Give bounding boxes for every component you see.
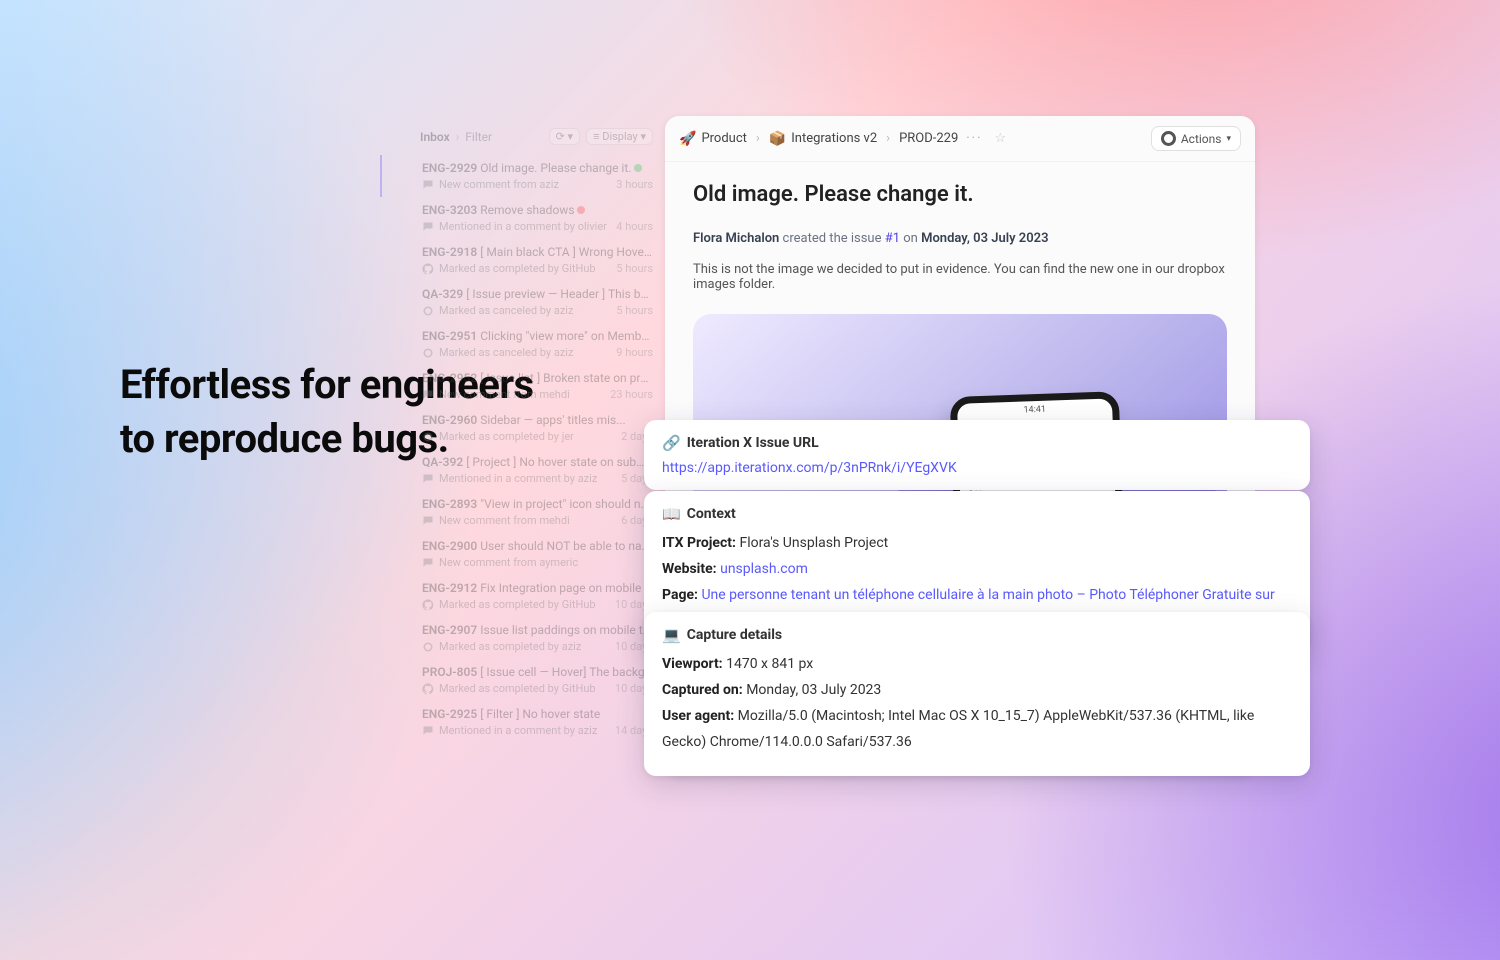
inbox-item[interactable]: QA-392 [ Project ] No hover state on sub… [380, 449, 665, 491]
star-icon[interactable]: ☆ [994, 131, 1006, 146]
inbox-item[interactable]: ENG-3203 Remove shadows Mentioned in a c… [380, 197, 665, 239]
issue-url-link[interactable]: https://app.iterationx.com/p/3nPRnk/i/YE… [662, 460, 957, 476]
inbox-item[interactable]: ENG-2893 "View in project" icon should n… [380, 491, 665, 533]
actions-button[interactable]: Actions ▾ [1151, 126, 1241, 151]
inbox-item[interactable]: ENG-2952 [ Issue list ] Broken state on … [380, 365, 665, 407]
inbox-item[interactable]: PROJ-805 [ Issue cell — Hover] The backg… [380, 659, 665, 701]
more-icon[interactable]: ··· [966, 131, 982, 146]
chevron-down-icon: ▾ [1226, 134, 1231, 144]
inbox-item[interactable]: QA-329 [ Issue preview — Header ] This b… [380, 281, 665, 323]
crumb-integrations[interactable]: 📦Integrations v2 [769, 131, 877, 147]
crumb-product[interactable]: 🚀Product [679, 131, 747, 147]
capture-useragent: User agent: Mozilla/5.0 (Macintosh; Inte… [662, 704, 1292, 756]
issue-author[interactable]: Flora Michalon [693, 231, 779, 246]
inbox-item[interactable]: ENG-2951 Clicking "view more" on Members… [380, 323, 665, 365]
issue-description: This is not the image we decided to put … [693, 262, 1227, 292]
issue-number-link[interactable]: #1 [885, 231, 900, 246]
breadcrumb-separator: › [756, 131, 760, 146]
record-icon [1161, 131, 1176, 146]
panel-capture-details: 💻 Capture details Viewport: 1470 x 841 px… [644, 612, 1310, 776]
rocket-icon: 🚀 [679, 131, 696, 147]
inbox-display-button[interactable]: ≡ Display ▾ [586, 128, 653, 145]
issue-breadcrumb-bar: 🚀Product › 📦Integrations v2 › PROD-229 ·… [665, 116, 1255, 162]
status-dot [577, 206, 585, 214]
context-website: Website: unsplash.com [662, 557, 1292, 583]
context-project: ITX Project: Flora's Unsplash Project [662, 531, 1292, 557]
panel-title: Iteration X Issue URL [687, 435, 819, 451]
inbox-filter-label[interactable]: Filter [465, 130, 492, 144]
inbox-item[interactable]: ENG-2925 [ Filter ] No hover state Menti… [380, 701, 665, 743]
book-icon: 📖 [662, 505, 681, 523]
inbox-header: Inbox › Filter ⟳ ▾ ≡ Display ▾ [380, 120, 665, 155]
issue-meta: Flora Michalon created the issue #1 on M… [693, 231, 1227, 246]
status-dot [634, 164, 642, 172]
website-link[interactable]: unsplash.com [720, 561, 808, 577]
breadcrumb-separator: › [886, 131, 890, 146]
panel-issue-url: 🔗 Iteration X Issue URL https://app.itera… [644, 420, 1310, 490]
inbox-refresh-button[interactable]: ⟳ ▾ [549, 128, 580, 145]
actions-label: Actions [1181, 132, 1222, 146]
capture-date: Captured on: Monday, 03 July 2023 [662, 678, 1292, 704]
crumb-issue-key[interactable]: PROD-229 [899, 131, 958, 146]
inbox-item[interactable]: ENG-2907 Issue list paddings on mobile t… [380, 617, 665, 659]
inbox-item[interactable]: ENG-2929 Old image. Please change it. Ne… [380, 155, 665, 197]
issue-date: Monday, 03 July 2023 [921, 231, 1048, 246]
inbox-title: Inbox [420, 130, 450, 144]
inbox-item[interactable]: ENG-2918 [ Main black CTA ] Wrong Hover … [380, 239, 665, 281]
issue-title: Old image. Please change it. [693, 182, 1227, 207]
panel-title: Context [687, 506, 736, 522]
inbox-item[interactable]: ENG-2912 Fix Integration page on mobile … [380, 575, 665, 617]
chevron-right-icon: › [456, 130, 460, 144]
inbox-list: ENG-2929 Old image. Please change it. Ne… [380, 155, 665, 743]
inbox-item[interactable]: ENG-2960 Sidebar — apps' titles mis... M… [380, 407, 665, 449]
panel-title: Capture details [687, 627, 782, 643]
link-icon: 🔗 [662, 434, 681, 452]
inbox-item[interactable]: ENG-2900 User should NOT be able to navi… [380, 533, 665, 575]
laptop-icon: 💻 [662, 626, 681, 644]
inbox-panel: Inbox › Filter ⟳ ▾ ≡ Display ▾ ENG-2929 … [380, 120, 665, 775]
capture-viewport: Viewport: 1470 x 841 px [662, 652, 1292, 678]
package-icon: 📦 [769, 131, 786, 147]
